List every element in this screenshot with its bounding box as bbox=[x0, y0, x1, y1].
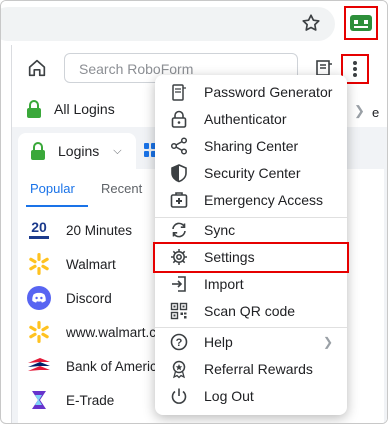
active-subtab-indicator bbox=[26, 205, 88, 207]
chevron-down-icon: ⌵ bbox=[113, 144, 122, 157]
menu-item-label: Authenticator bbox=[204, 111, 287, 127]
shield-icon bbox=[171, 164, 187, 183]
menu-item-label: Emergency Access bbox=[204, 192, 324, 208]
folder-label: All Logins bbox=[54, 101, 115, 117]
item-name: Discord bbox=[66, 290, 112, 306]
menu-item-sync[interactable]: Sync bbox=[155, 217, 347, 244]
emergency-icon bbox=[170, 192, 188, 208]
subtab-recent[interactable]: Recent bbox=[101, 181, 142, 196]
referral-rewards-icon bbox=[172, 360, 186, 379]
bank-of-america-logo bbox=[26, 353, 52, 379]
lock-icon bbox=[171, 110, 187, 128]
menu-item-label: Referral Rewards bbox=[204, 361, 313, 377]
chevron-right-icon[interactable]: ❯ bbox=[354, 103, 365, 119]
address-bar[interactable] bbox=[1, 7, 335, 41]
menu-item-label: Import bbox=[204, 276, 244, 292]
browser-toolbar bbox=[1, 1, 387, 45]
settings-highlight-box bbox=[153, 242, 349, 273]
menu-item-authenticator[interactable]: Authenticator bbox=[155, 106, 347, 133]
item-name: Bank of Americ bbox=[66, 358, 157, 374]
home-icon[interactable] bbox=[26, 57, 48, 79]
menu-item-sharing-center[interactable]: Sharing Center bbox=[155, 133, 347, 160]
share-icon bbox=[170, 137, 188, 155]
svg-text:20: 20 bbox=[31, 219, 47, 235]
menu-item-log-out[interactable]: Log Out bbox=[155, 383, 347, 410]
menu-item-referral-rewards[interactable]: Referral Rewards bbox=[155, 356, 347, 383]
clipped-text: e bbox=[372, 105, 380, 120]
menu-item-label: Sync bbox=[204, 222, 236, 238]
item-name: www.walmart.c bbox=[66, 324, 157, 340]
lock-icon bbox=[27, 100, 41, 118]
tab-logins-label: Logins bbox=[58, 143, 100, 159]
walmart-logo bbox=[26, 319, 52, 345]
menu-divider bbox=[155, 327, 347, 328]
bookmark-star-icon[interactable] bbox=[300, 12, 322, 34]
help-icon: ? bbox=[170, 333, 188, 351]
password-generator-icon bbox=[172, 84, 186, 101]
menu-item-password-generator[interactable]: Password Generator bbox=[155, 79, 347, 106]
menu-item-security-center[interactable]: Security Center bbox=[155, 160, 347, 187]
discord-logo bbox=[26, 285, 52, 311]
tab-logins[interactable]: Logins ⌵ bbox=[18, 133, 136, 169]
menu-item-label: Security Center bbox=[204, 165, 301, 181]
chevron-right-icon: ❯ bbox=[322, 335, 333, 349]
window-frame: Search RoboForm All Logins ❯ e Logins ⌵ … bbox=[0, 0, 388, 424]
menu-item-label: Help bbox=[204, 334, 233, 350]
kebab-menu-icon bbox=[353, 61, 357, 77]
menu-item-label: Scan QR code bbox=[204, 303, 296, 319]
menu-item-label: Password Generator bbox=[204, 84, 333, 100]
menu-item-import[interactable]: Import bbox=[155, 271, 347, 298]
item-name: E-Trade bbox=[66, 392, 115, 408]
etrade-logo bbox=[26, 387, 52, 413]
menu-item-help[interactable]: ? Help ❯ bbox=[155, 329, 347, 356]
power-icon bbox=[171, 388, 187, 404]
item-name: Walmart bbox=[66, 256, 116, 272]
item-name: 20 Minutes bbox=[66, 222, 133, 238]
20-minutes-logo: 20 bbox=[26, 217, 52, 243]
roboform-extension-button[interactable] bbox=[344, 6, 378, 40]
sync-icon bbox=[172, 222, 186, 238]
lock-icon bbox=[31, 142, 45, 160]
subtab-popular[interactable]: Popular bbox=[30, 181, 75, 196]
menu-item-scan-qr-code[interactable]: Scan QR code bbox=[155, 298, 347, 325]
folder-all-logins[interactable]: All Logins bbox=[26, 97, 115, 121]
menu-item-label: Sharing Center bbox=[204, 138, 299, 154]
roboform-extension-icon bbox=[350, 15, 372, 31]
qr-code-icon bbox=[170, 302, 188, 320]
svg-text:?: ? bbox=[176, 337, 183, 349]
import-icon bbox=[172, 276, 186, 292]
menu-item-label: Log Out bbox=[204, 388, 254, 404]
menu-item-emergency-access[interactable]: Emergency Access bbox=[155, 187, 347, 214]
walmart-logo bbox=[26, 251, 52, 277]
